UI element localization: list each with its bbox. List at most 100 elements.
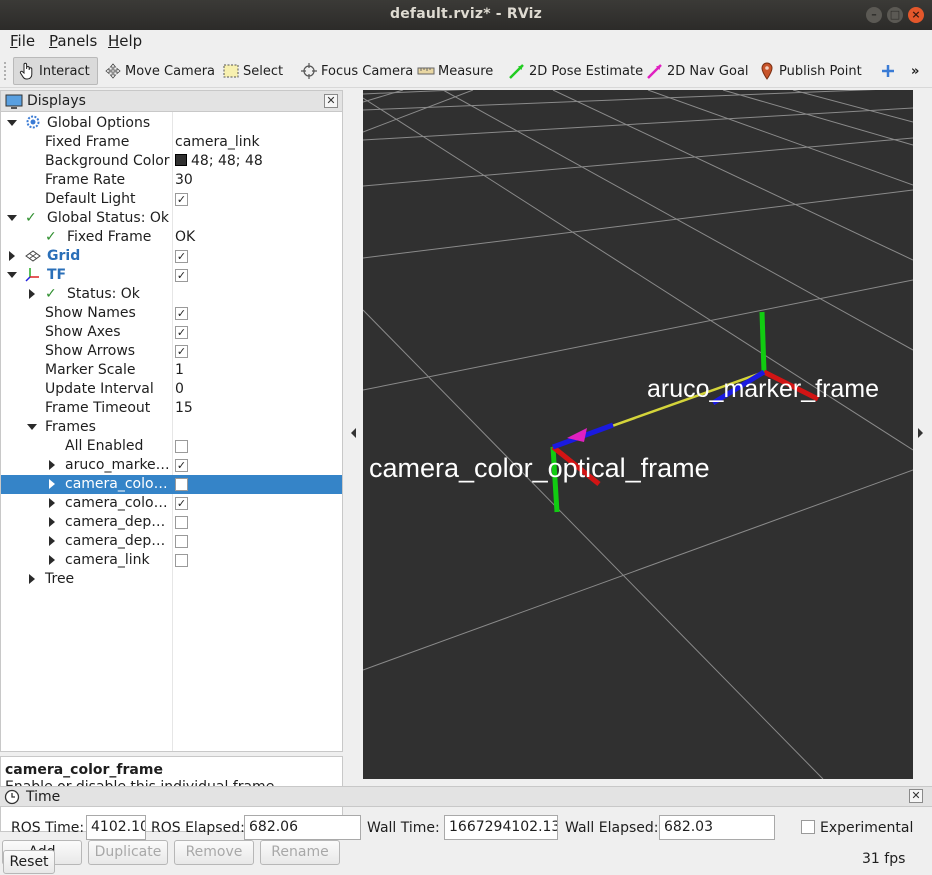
ros-time-field[interactable]: 4102.10 <box>86 815 146 840</box>
default-light-checkbox[interactable]: ✓ <box>175 193 188 206</box>
show-axes-checkbox[interactable]: ✓ <box>175 326 188 339</box>
tree-row-global-status[interactable]: ✓ Global Status: Ok <box>1 209 342 228</box>
maximize-button[interactable]: □ <box>887 7 903 23</box>
menu-file[interactable]: File <box>10 32 35 50</box>
minimize-button[interactable]: – <box>866 7 882 23</box>
tree-row-marker-scale[interactable]: Marker Scale 1 <box>1 361 342 380</box>
tree-row-tf-status[interactable]: ✓ Status: Ok <box>1 285 342 304</box>
frame-timeout-value[interactable]: 15 <box>175 400 193 416</box>
expand-arrow-icon[interactable] <box>49 460 55 470</box>
tree-row-frame-camera-depth-optical[interactable]: camera_dep… <box>1 532 342 551</box>
displays-title: Displays <box>27 93 86 109</box>
experimental-checkbox[interactable] <box>801 820 815 834</box>
expand-arrow-icon[interactable] <box>29 289 35 299</box>
publish-point-tool[interactable]: Publish Point <box>754 57 866 85</box>
expand-arrow-icon[interactable] <box>7 120 17 126</box>
magenta-arrow-icon <box>646 62 664 80</box>
tree-row-show-arrows[interactable]: Show Arrows ✓ <box>1 342 342 361</box>
tree-row-tf[interactable]: TF ✓ <box>1 266 342 285</box>
frame-camera-color-optical-checkbox[interactable]: ✓ <box>175 497 188 510</box>
tree-row-default-light[interactable]: Default Light ✓ <box>1 190 342 209</box>
expand-arrow-icon[interactable] <box>49 479 55 489</box>
tree-row-all-enabled[interactable]: All Enabled <box>1 437 342 456</box>
tree-row-show-names[interactable]: Show Names ✓ <box>1 304 342 323</box>
tf-checkbox[interactable]: ✓ <box>175 269 188 282</box>
monitor-icon <box>5 94 23 114</box>
tree-row-tree[interactable]: Tree <box>1 570 342 589</box>
toolbar-grip[interactable] <box>4 62 7 80</box>
show-arrows-checkbox[interactable]: ✓ <box>175 345 188 358</box>
right-splitter[interactable] <box>913 90 932 783</box>
show-names-checkbox[interactable]: ✓ <box>175 307 188 320</box>
plus-icon <box>881 62 895 80</box>
tree-row-status-fixed-frame[interactable]: ✓ Fixed Frame OK <box>1 228 342 247</box>
wall-time-field[interactable]: 1667294102.13 <box>444 815 558 840</box>
gear-icon <box>25 114 41 134</box>
ros-elapsed-field[interactable]: 682.06 <box>244 815 361 840</box>
tree-row-frame-aruco[interactable]: aruco_marke… ✓ <box>1 456 342 475</box>
marker-scale-value[interactable]: 1 <box>175 362 184 378</box>
frame-camera-link-checkbox[interactable] <box>175 554 188 567</box>
focus-camera-tool[interactable]: Focus Camera <box>296 57 417 85</box>
interact-tool[interactable]: Interact <box>13 57 98 85</box>
toolbar-overflow-button[interactable]: » <box>907 57 929 85</box>
expand-arrow-icon[interactable] <box>49 536 55 546</box>
close-button[interactable]: × <box>908 7 924 23</box>
frame-camera-color-checkbox[interactable] <box>175 478 188 491</box>
frame-aruco-checkbox[interactable]: ✓ <box>175 459 188 472</box>
tree-row-show-axes[interactable]: Show Axes ✓ <box>1 323 342 342</box>
tree-row-background-color[interactable]: Background Color 48; 48; 48 <box>1 152 342 171</box>
green-arrow-icon <box>508 62 526 80</box>
collapse-left-icon[interactable] <box>343 90 363 783</box>
expand-arrow-icon[interactable] <box>7 215 17 221</box>
displays-panel-header: Displays ✕ <box>0 90 343 112</box>
grid-icon <box>25 249 41 267</box>
displays-close-button[interactable]: ✕ <box>324 94 338 108</box>
tree-row-grid[interactable]: Grid ✓ <box>1 247 342 266</box>
measure-tool[interactable]: Measure <box>413 57 497 85</box>
wall-elapsed-label: Wall Elapsed: <box>565 820 659 836</box>
crosshair-icon <box>300 62 318 80</box>
3d-render-view[interactable]: aruco_marker_frame camera_color_optical_… <box>363 90 913 779</box>
frame-camera-depth-optical-checkbox[interactable] <box>175 535 188 548</box>
grid-checkbox[interactable]: ✓ <box>175 250 188 263</box>
tree-row-fixed-frame[interactable]: Fixed Frame camera_link <box>1 133 342 152</box>
fixed-frame-value[interactable]: camera_link <box>175 134 260 150</box>
expand-arrow-icon[interactable] <box>49 517 55 527</box>
reset-button[interactable]: Reset <box>3 850 55 874</box>
update-interval-value[interactable]: 0 <box>175 381 184 397</box>
add-tool-button[interactable] <box>877 57 901 85</box>
tree-row-global-options[interactable]: Global Options <box>1 114 342 133</box>
expand-arrow-icon[interactable] <box>7 272 17 278</box>
collapse-right-icon[interactable] <box>913 90 932 783</box>
select-label: Select <box>243 63 284 79</box>
tree-row-frame-camera-color-optical[interactable]: camera_colo… ✓ <box>1 494 342 513</box>
nav-goal-tool[interactable]: 2D Nav Goal <box>642 57 753 85</box>
menu-panels[interactable]: Panels <box>49 32 97 50</box>
expand-arrow-icon[interactable] <box>49 555 55 565</box>
menu-help[interactable]: Help <box>108 32 142 50</box>
expand-arrow-icon[interactable] <box>29 574 35 584</box>
tree-row-frame-camera-link[interactable]: camera_link <box>1 551 342 570</box>
expand-arrow-icon[interactable] <box>49 498 55 508</box>
select-tool[interactable]: Select <box>218 57 287 85</box>
tree-row-frame-camera-depth[interactable]: camera_dep… <box>1 513 342 532</box>
nav-goal-label: 2D Nav Goal <box>667 63 749 79</box>
time-panel-close-button[interactable]: ✕ <box>909 789 923 803</box>
tree-row-frame-camera-color[interactable]: camera_colo… <box>1 475 342 494</box>
tree-row-frame-timeout[interactable]: Frame Timeout 15 <box>1 399 342 418</box>
pose-estimate-tool[interactable]: 2D Pose Estimate <box>504 57 647 85</box>
move-camera-icon <box>104 62 122 80</box>
move-camera-tool[interactable]: Move Camera <box>100 57 219 85</box>
tree-row-frames[interactable]: Frames <box>1 418 342 437</box>
left-splitter[interactable] <box>343 90 363 783</box>
frame-camera-depth-checkbox[interactable] <box>175 516 188 529</box>
background-color-value[interactable]: 48; 48; 48 <box>175 153 263 169</box>
expand-arrow-icon[interactable] <box>27 424 37 430</box>
wall-elapsed-field[interactable]: 682.03 <box>659 815 775 840</box>
all-enabled-checkbox[interactable] <box>175 440 188 453</box>
tree-row-update-interval[interactable]: Update Interval 0 <box>1 380 342 399</box>
frame-rate-value[interactable]: 30 <box>175 172 193 188</box>
expand-arrow-icon[interactable] <box>9 251 15 261</box>
tree-row-frame-rate[interactable]: Frame Rate 30 <box>1 171 342 190</box>
